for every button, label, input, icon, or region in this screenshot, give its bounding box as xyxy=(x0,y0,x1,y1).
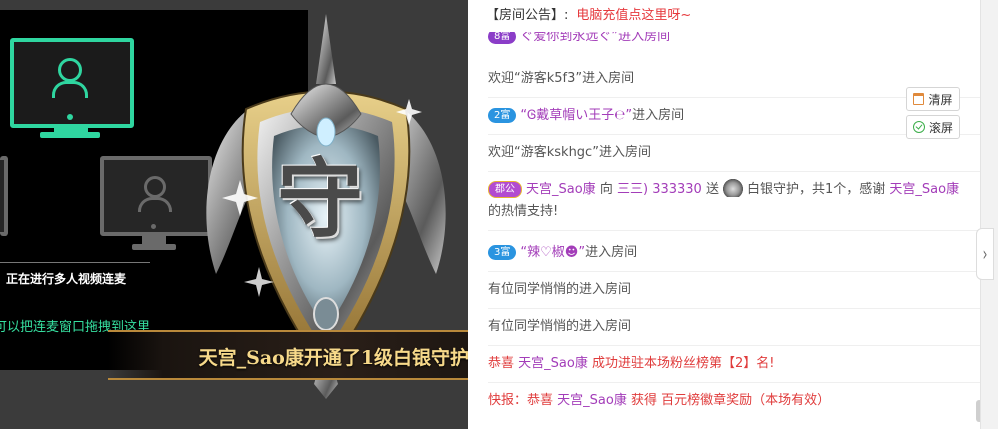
user-nick[interactable]: 天宫_Sao康 xyxy=(518,356,588,371)
auto-scroll-button[interactable]: 滚屏 xyxy=(906,115,960,139)
chat-text: 恭喜 xyxy=(488,356,515,371)
collapse-tab[interactable]: › xyxy=(976,228,994,280)
chat-text: 送 xyxy=(705,182,719,197)
guard-banner: 天宫_Sao康开通了1级白银守护! xyxy=(108,330,468,380)
check-circle-icon xyxy=(912,121,925,133)
noble-badge: 郡公 xyxy=(488,181,522,198)
user-nick[interactable]: 天宫_Sao康 xyxy=(526,182,596,197)
divider xyxy=(0,262,150,263)
chat-message: 郡公 天宫_Sao康 向 三三) 333330 送白银守护，共1个，感谢 天宫_S… xyxy=(488,179,980,231)
wealth-badge: 2富 xyxy=(488,108,517,123)
chat-text: 有位同学悄悄的进入房间 xyxy=(488,282,632,297)
silver-guard-gift-icon xyxy=(723,179,743,197)
chat-panel: 【房间公告】: 电脑充值点这里呀~ 8富 ぐ爱你到永远ぐ”进入房间 欢迎“游客k5f… xyxy=(468,0,980,429)
room-notice: 【房间公告】: 电脑充值点这里呀~ xyxy=(486,4,691,23)
chat-message: 有位同学悄悄的进入房间 xyxy=(488,279,980,309)
chat-message: 欢迎“游客k5f3”进入房间 xyxy=(488,68,980,98)
chat-text: 成功进驻本场粉丝榜第【2】名! xyxy=(591,356,775,371)
chat-text: 快报：恭喜 xyxy=(488,393,554,408)
wealth-badge: 8富 xyxy=(488,32,517,44)
chat-text: 进入房间 xyxy=(585,245,638,260)
clear-screen-button[interactable]: 清屏 xyxy=(906,87,960,111)
auto-scroll-label: 滚屏 xyxy=(928,120,953,135)
user-nick[interactable]: 天宫_Sao康 xyxy=(557,393,627,408)
user-nick[interactable]: 天宫_Sao康 xyxy=(889,182,959,197)
recharge-link[interactable]: 电脑充值点这里呀~ xyxy=(576,8,691,23)
chat-message: 恭喜 天宫_Sao康 成功进驻本场粉丝榜第【2】名! xyxy=(488,353,980,383)
trash-icon xyxy=(913,93,925,105)
chat-text: 欢迎“游客k5f3”进入房间 xyxy=(488,71,635,86)
user-nick[interactable]: “辣♡椒☻” xyxy=(520,245,585,260)
chat-message: 有位同学悄悄的进入房间 xyxy=(488,316,980,346)
chat-text: 白银守护，共1个，感谢 xyxy=(747,182,886,197)
video-stage: 正在进行多人视频连麦 可以把连麦窗口拖拽到这里 守 天宫_Sao康开通了1级白银… xyxy=(0,0,468,429)
chat-text: 获得 百元榜徽章奖励（本场有效） xyxy=(630,393,831,408)
wealth-badge: 3富 xyxy=(488,245,517,260)
right-rail xyxy=(980,0,998,429)
multi-video-label: 正在进行多人视频连麦 xyxy=(6,272,127,286)
chat-message: 8富 ぐ爱你到永远ぐ”进入房间 xyxy=(488,32,962,50)
clear-screen-label: 清屏 xyxy=(928,92,953,107)
chat-text: 的热情支持! xyxy=(488,204,559,219)
chevron-right-icon: › xyxy=(982,242,988,266)
chat-text: 欢迎“游客kskhgc”进入房间 xyxy=(488,145,651,160)
chat-text: ぐ爱你到永远ぐ”进入房间 xyxy=(520,32,671,44)
shield-character: 守 xyxy=(277,149,363,250)
target-nick[interactable]: 三三) xyxy=(617,182,648,197)
chat-text: 向 xyxy=(599,182,613,197)
chat-text: 有位同学悄悄的进入房间 xyxy=(488,319,632,334)
chat-message: 3富 “辣♡椒☻”进入房间 xyxy=(488,242,980,272)
target-number: 333330 xyxy=(652,182,702,197)
guard-banner-text: 天宫_Sao康开通了1级白银守护! xyxy=(198,347,468,369)
notice-label: 【房间公告】: xyxy=(486,8,569,23)
user-nick[interactable]: “Ꮆ戴草帽い王子℮” xyxy=(520,108,632,123)
chat-message: 2富 “Ꮆ戴草帽い王子℮”进入房间 xyxy=(488,105,980,135)
chat-text: 进入房间 xyxy=(632,108,685,123)
chat-message: 快报：恭喜 天宫_Sao康 获得 百元榜徽章奖励（本场有效） xyxy=(488,390,962,412)
chat-message: 欢迎“游客kskhgc”进入房间 xyxy=(488,142,980,172)
